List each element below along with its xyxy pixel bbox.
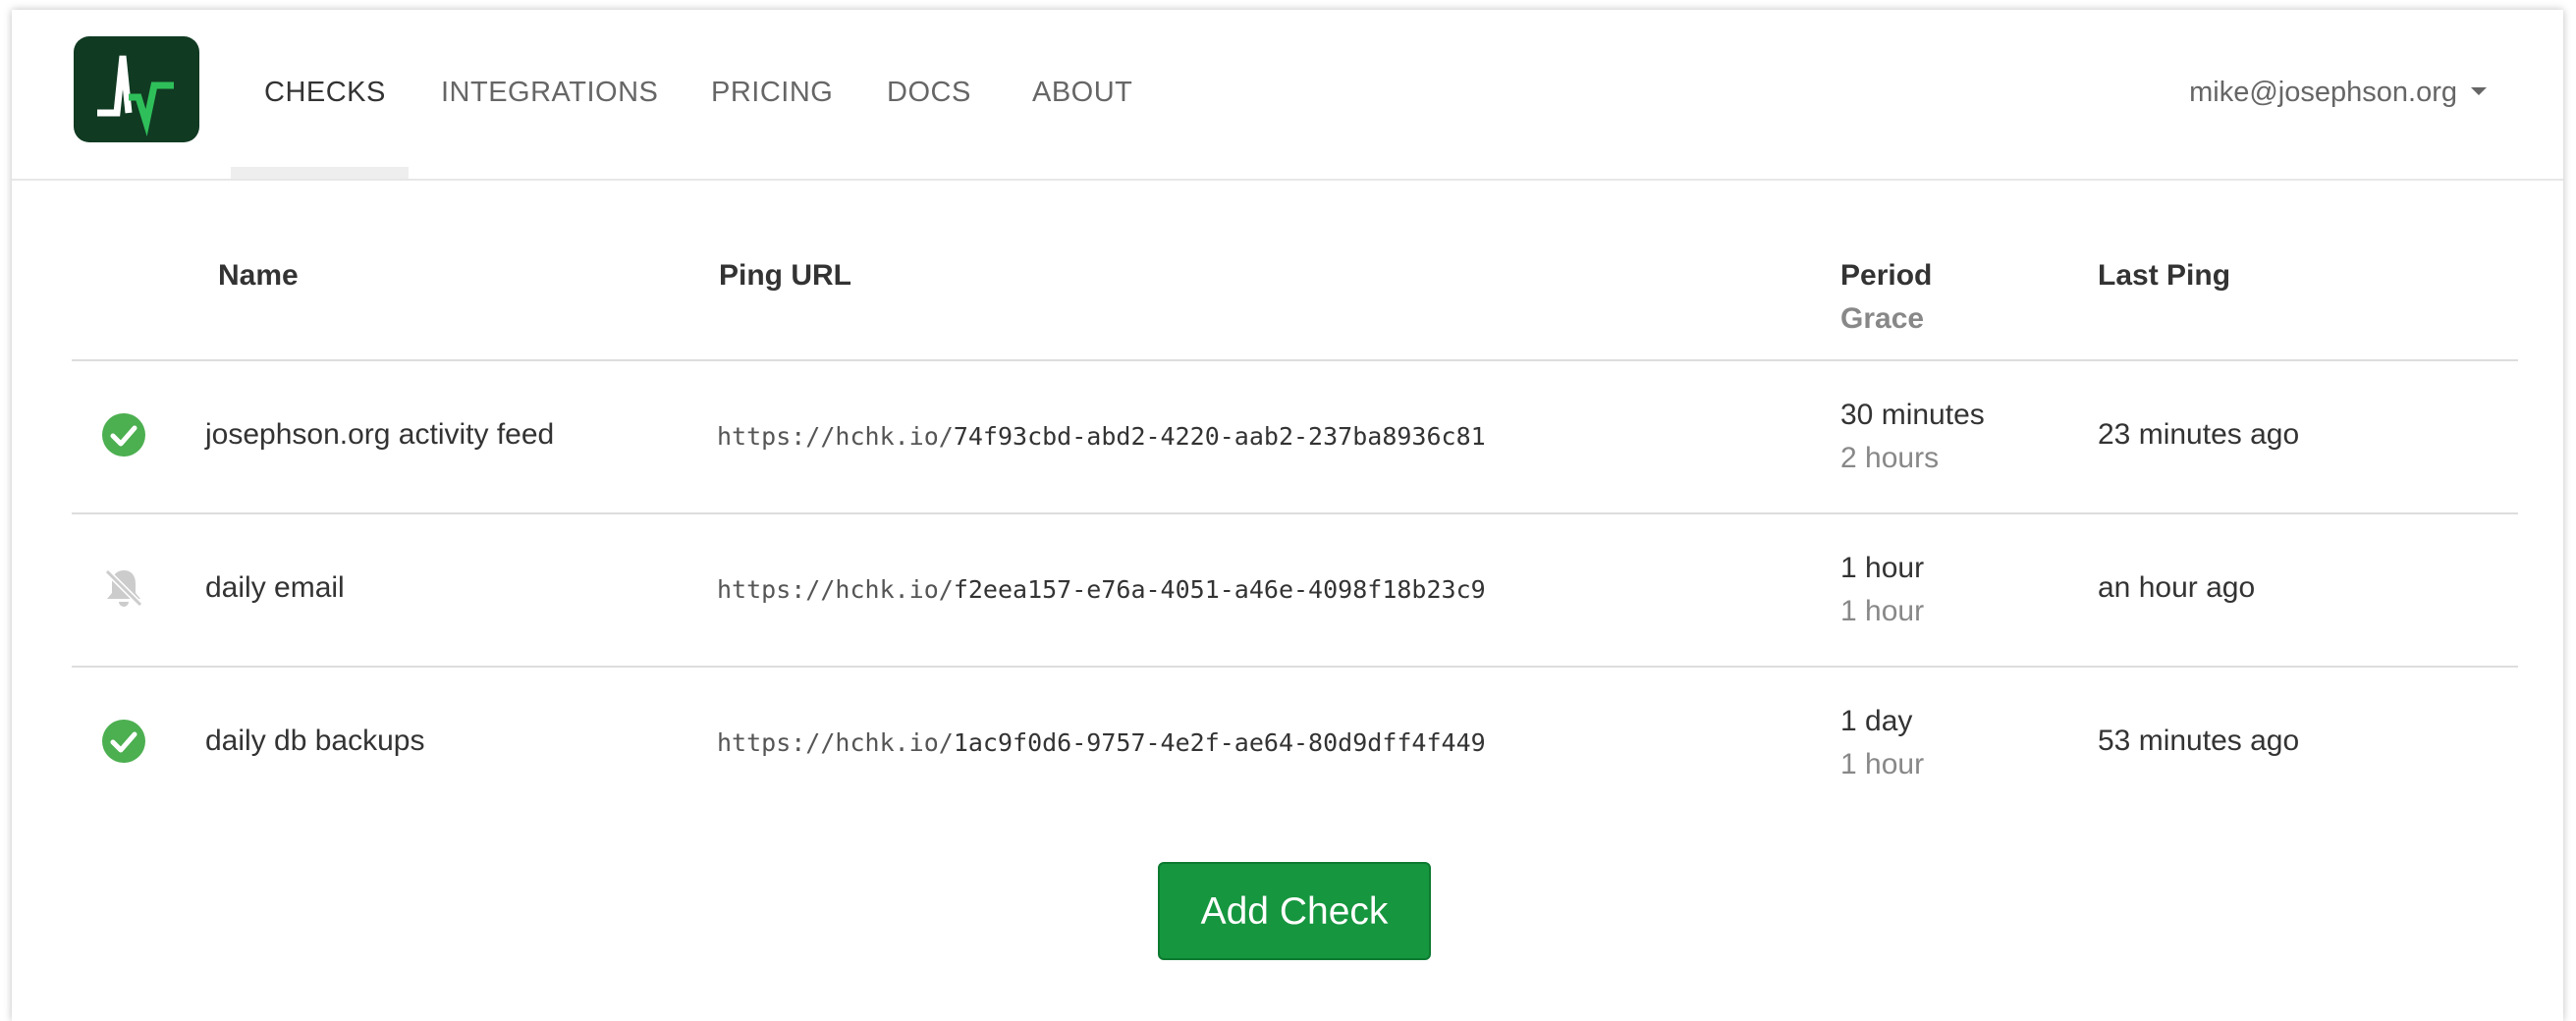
header-grace: Grace <box>1840 302 1925 335</box>
ping-url[interactable]: https://hchk.io/f2eea157-e76a-4051-a46e-… <box>717 575 1486 604</box>
check-name[interactable]: daily email <box>205 571 345 605</box>
healthchecks-logo[interactable] <box>74 36 199 142</box>
header-last-ping: Last Ping <box>2098 259 2231 292</box>
check-period[interactable]: 30 minutes <box>1840 399 1985 432</box>
top-navbar: CHECKS INTEGRATIONS PRICING DOCS ABOUT m… <box>12 10 2563 181</box>
header-name: Name <box>218 259 299 292</box>
nav-checks[interactable]: CHECKS <box>264 75 386 110</box>
check-last-ping: an hour ago <box>2098 571 2256 604</box>
check-circle-icon <box>102 413 145 457</box>
caret-down-icon <box>2471 87 2487 96</box>
check-name[interactable]: daily db backups <box>205 725 424 758</box>
user-email: mike@josephson.org <box>2189 77 2457 108</box>
check-circle-icon <box>102 720 145 763</box>
check-grace[interactable]: 1 hour <box>1840 748 1924 781</box>
ping-url-base: https://hchk.io/ <box>717 728 954 757</box>
app-window: CHECKS INTEGRATIONS PRICING DOCS ABOUT m… <box>12 10 2563 1021</box>
ping-url-code: f2eea157-e76a-4051-a46e-4098f18b23c9 <box>953 575 1486 604</box>
nav-active-indicator <box>231 167 409 179</box>
header-period: Period <box>1840 259 1933 292</box>
nav-docs[interactable]: DOCS <box>887 75 971 110</box>
ping-url[interactable]: https://hchk.io/1ac9f0d6-9757-4e2f-ae64-… <box>717 728 1486 757</box>
ping-url-base: https://hchk.io/ <box>717 575 954 604</box>
check-period[interactable]: 1 day <box>1840 705 1912 738</box>
check-grace[interactable]: 1 hour <box>1840 595 1924 628</box>
ping-url-code: 74f93cbd-abd2-4220-aab2-237ba8936c81 <box>953 422 1486 451</box>
ping-url-base: https://hchk.io/ <box>717 422 954 451</box>
check-last-ping: 23 minutes ago <box>2098 418 2300 451</box>
nav-about[interactable]: ABOUT <box>1032 75 1132 110</box>
table-divider <box>72 666 2518 668</box>
ping-url[interactable]: https://hchk.io/74f93cbd-abd2-4220-aab2-… <box>717 422 1486 451</box>
bell-slash-icon <box>104 568 143 608</box>
add-check-button[interactable]: Add Check <box>1158 862 1431 960</box>
check-last-ping: 53 minutes ago <box>2098 725 2300 757</box>
check-grace[interactable]: 2 hours <box>1840 442 1939 475</box>
nav-integrations[interactable]: INTEGRATIONS <box>441 75 658 110</box>
table-divider <box>72 512 2518 514</box>
user-menu[interactable]: mike@josephson.org <box>2189 75 2487 110</box>
check-name[interactable]: josephson.org activity feed <box>205 418 554 452</box>
header-ping-url: Ping URL <box>719 259 851 292</box>
nav-pricing[interactable]: PRICING <box>711 75 833 110</box>
table-divider <box>72 359 2518 361</box>
ping-url-code: 1ac9f0d6-9757-4e2f-ae64-80d9dff4f449 <box>953 728 1486 757</box>
check-period[interactable]: 1 hour <box>1840 552 1924 585</box>
